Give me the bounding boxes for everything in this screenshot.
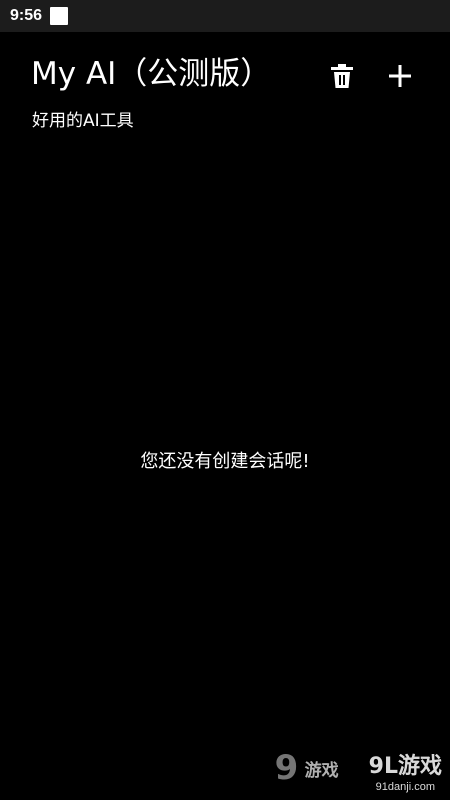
- watermark: 9 游戏 9L游戏 91danji.com: [275, 748, 442, 794]
- status-time: 9:56: [10, 7, 43, 24]
- watermark-left-text: 游戏: [304, 761, 339, 781]
- status-bar: 9:56: [0, 0, 450, 32]
- plus-icon: [389, 65, 411, 87]
- notification-square-icon: [50, 7, 69, 25]
- watermark-left-mark: 9: [274, 748, 299, 788]
- trash-icon: [331, 64, 353, 88]
- app-subtitle: 好用的AI工具: [32, 111, 134, 131]
- delete-conversations-button[interactable]: [326, 60, 358, 92]
- watermark-domain: 91danji.com: [375, 781, 435, 793]
- app-title: My AI（公测版）: [31, 56, 272, 92]
- add-conversation-button[interactable]: [384, 60, 416, 92]
- watermark-logo-left: 9 游戏: [275, 748, 355, 794]
- empty-conversations-message: 您还没有创建会话呢!: [140, 451, 310, 472]
- watermark-logo-right: 9L游戏 91danji.com: [369, 754, 442, 794]
- watermark-brand: 9L游戏: [368, 754, 442, 779]
